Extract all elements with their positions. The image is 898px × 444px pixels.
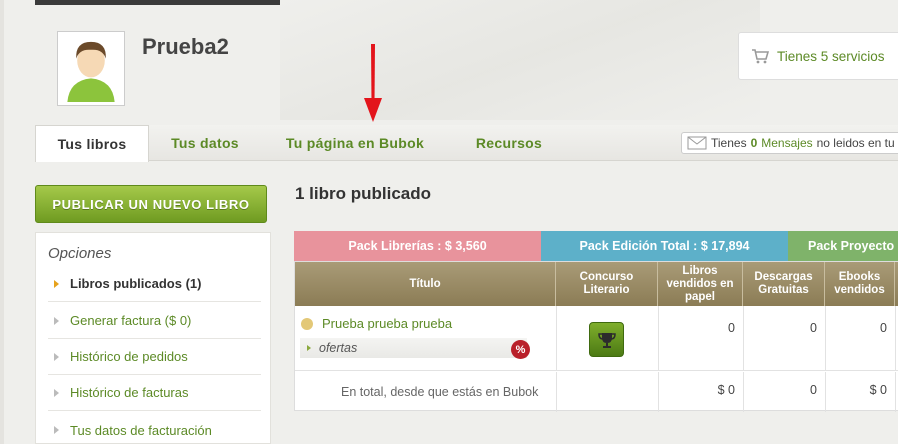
cell-descargas: 0 (810, 321, 817, 335)
sidebar-item-label: Histórico de facturas (70, 385, 189, 400)
total-descargas: 0 (810, 383, 817, 397)
tab-tu-pagina-en-bubok[interactable]: Tu página en Bubok (267, 125, 443, 161)
pack-librerias[interactable]: Pack Librerías : $ 3,560 (294, 231, 541, 261)
messages-prefix: Tienes (711, 136, 747, 150)
column-header-descargas: Descargas Gratuitas (743, 262, 825, 306)
cart-icon (752, 49, 769, 64)
bullet-triangle-icon (54, 388, 59, 397)
sidebar-item-label: Generar factura ($ 0) (70, 313, 192, 328)
table-row: Prueba prueba prueba ofertas % 0 0 0 (295, 306, 898, 371)
services-box[interactable]: Tienes 5 servicios (738, 32, 898, 80)
cell-ebooks: 0 (880, 321, 887, 335)
envelope-icon (687, 136, 707, 150)
options-panel: Opciones Libros publicados (1) Generar f… (35, 232, 271, 444)
messages-count: 0 (750, 136, 758, 150)
username: Prueba2 (142, 34, 229, 59)
table-total-row: En total, desde que estás en Bubok $ 0 0… (295, 372, 898, 412)
background-book-decoration (280, 0, 760, 120)
pack-proyecto[interactable]: Pack Proyecto (788, 231, 898, 261)
book-title-link[interactable]: Prueba prueba prueba (322, 316, 452, 331)
services-text[interactable]: Tienes 5 servicios (777, 49, 885, 64)
publish-new-book-button[interactable]: PUBLICAR UN NUEVO LIBRO (35, 185, 267, 223)
tab-tus-datos[interactable]: Tus datos (155, 125, 255, 161)
messages-box[interactable]: Tienes 0 Mensajes no leidos en tu (681, 132, 898, 154)
book-status-dot (301, 318, 313, 330)
tab-recursos[interactable]: Recursos (461, 125, 557, 161)
ofertas-toggle[interactable]: ofertas (300, 338, 527, 358)
total-ebooks: $ 0 (869, 383, 887, 397)
sidebar-item-historico-pedidos[interactable]: Histórico de pedidos (48, 339, 261, 375)
bullet-triangle-icon (54, 316, 59, 325)
column-header-titulo: Título (295, 262, 556, 306)
sidebar-item-datos-facturacion[interactable]: Tus datos de facturación (48, 412, 261, 444)
avatar[interactable] (57, 31, 125, 106)
total-papel: $ 0 (717, 383, 735, 397)
top-dark-bar (35, 0, 280, 5)
expand-triangle-icon (307, 345, 311, 351)
sidebar-item-label: Tus datos de facturación (70, 422, 212, 438)
user-avatar-icon (61, 35, 121, 102)
pack-edicion-total[interactable]: Pack Edición Total : $ 17,894 (541, 231, 788, 261)
column-header-ebooks: Ebooks vendidos (825, 262, 895, 306)
sidebar-item-historico-facturas[interactable]: Histórico de facturas (48, 375, 261, 411)
bullet-triangle-icon (54, 279, 59, 288)
trophy-icon[interactable] (589, 322, 624, 357)
tab-tus-libros[interactable]: Tus libros (35, 125, 149, 162)
options-title: Opciones (48, 245, 112, 262)
sidebar-item-label: Libros publicados (1) (70, 276, 202, 291)
column-header-papel: Libros vendidos en papel (658, 262, 743, 306)
total-label: En total, desde que estás en Bubok (341, 385, 539, 399)
bullet-triangle-icon (54, 352, 59, 361)
messages-suffix: no leidos en tu (816, 136, 895, 150)
left-edge-line (0, 0, 4, 444)
red-arrow-annotation (364, 44, 382, 122)
ofertas-label: ofertas (319, 341, 358, 355)
table-header: Título Concurso Literario Libros vendido… (295, 262, 898, 306)
sidebar-item-libros-publicados[interactable]: Libros publicados (1) (48, 266, 261, 302)
bullet-triangle-icon (54, 426, 59, 434)
sidebar-item-label: Histórico de pedidos (70, 349, 188, 364)
messages-link[interactable]: Mensajes (761, 136, 812, 150)
books-table: Título Concurso Literario Libros vendido… (294, 261, 898, 412)
page-title: 1 libro publicado (295, 184, 432, 203)
sidebar-item-generar-factura[interactable]: Generar factura ($ 0) (48, 303, 261, 339)
column-header-concurso: Concurso Literario (556, 262, 658, 306)
packs-bar: Pack Librerías : $ 3,560 Pack Edición To… (294, 231, 898, 261)
cell-papel: 0 (728, 321, 735, 335)
discount-badge-icon[interactable]: % (511, 340, 530, 359)
